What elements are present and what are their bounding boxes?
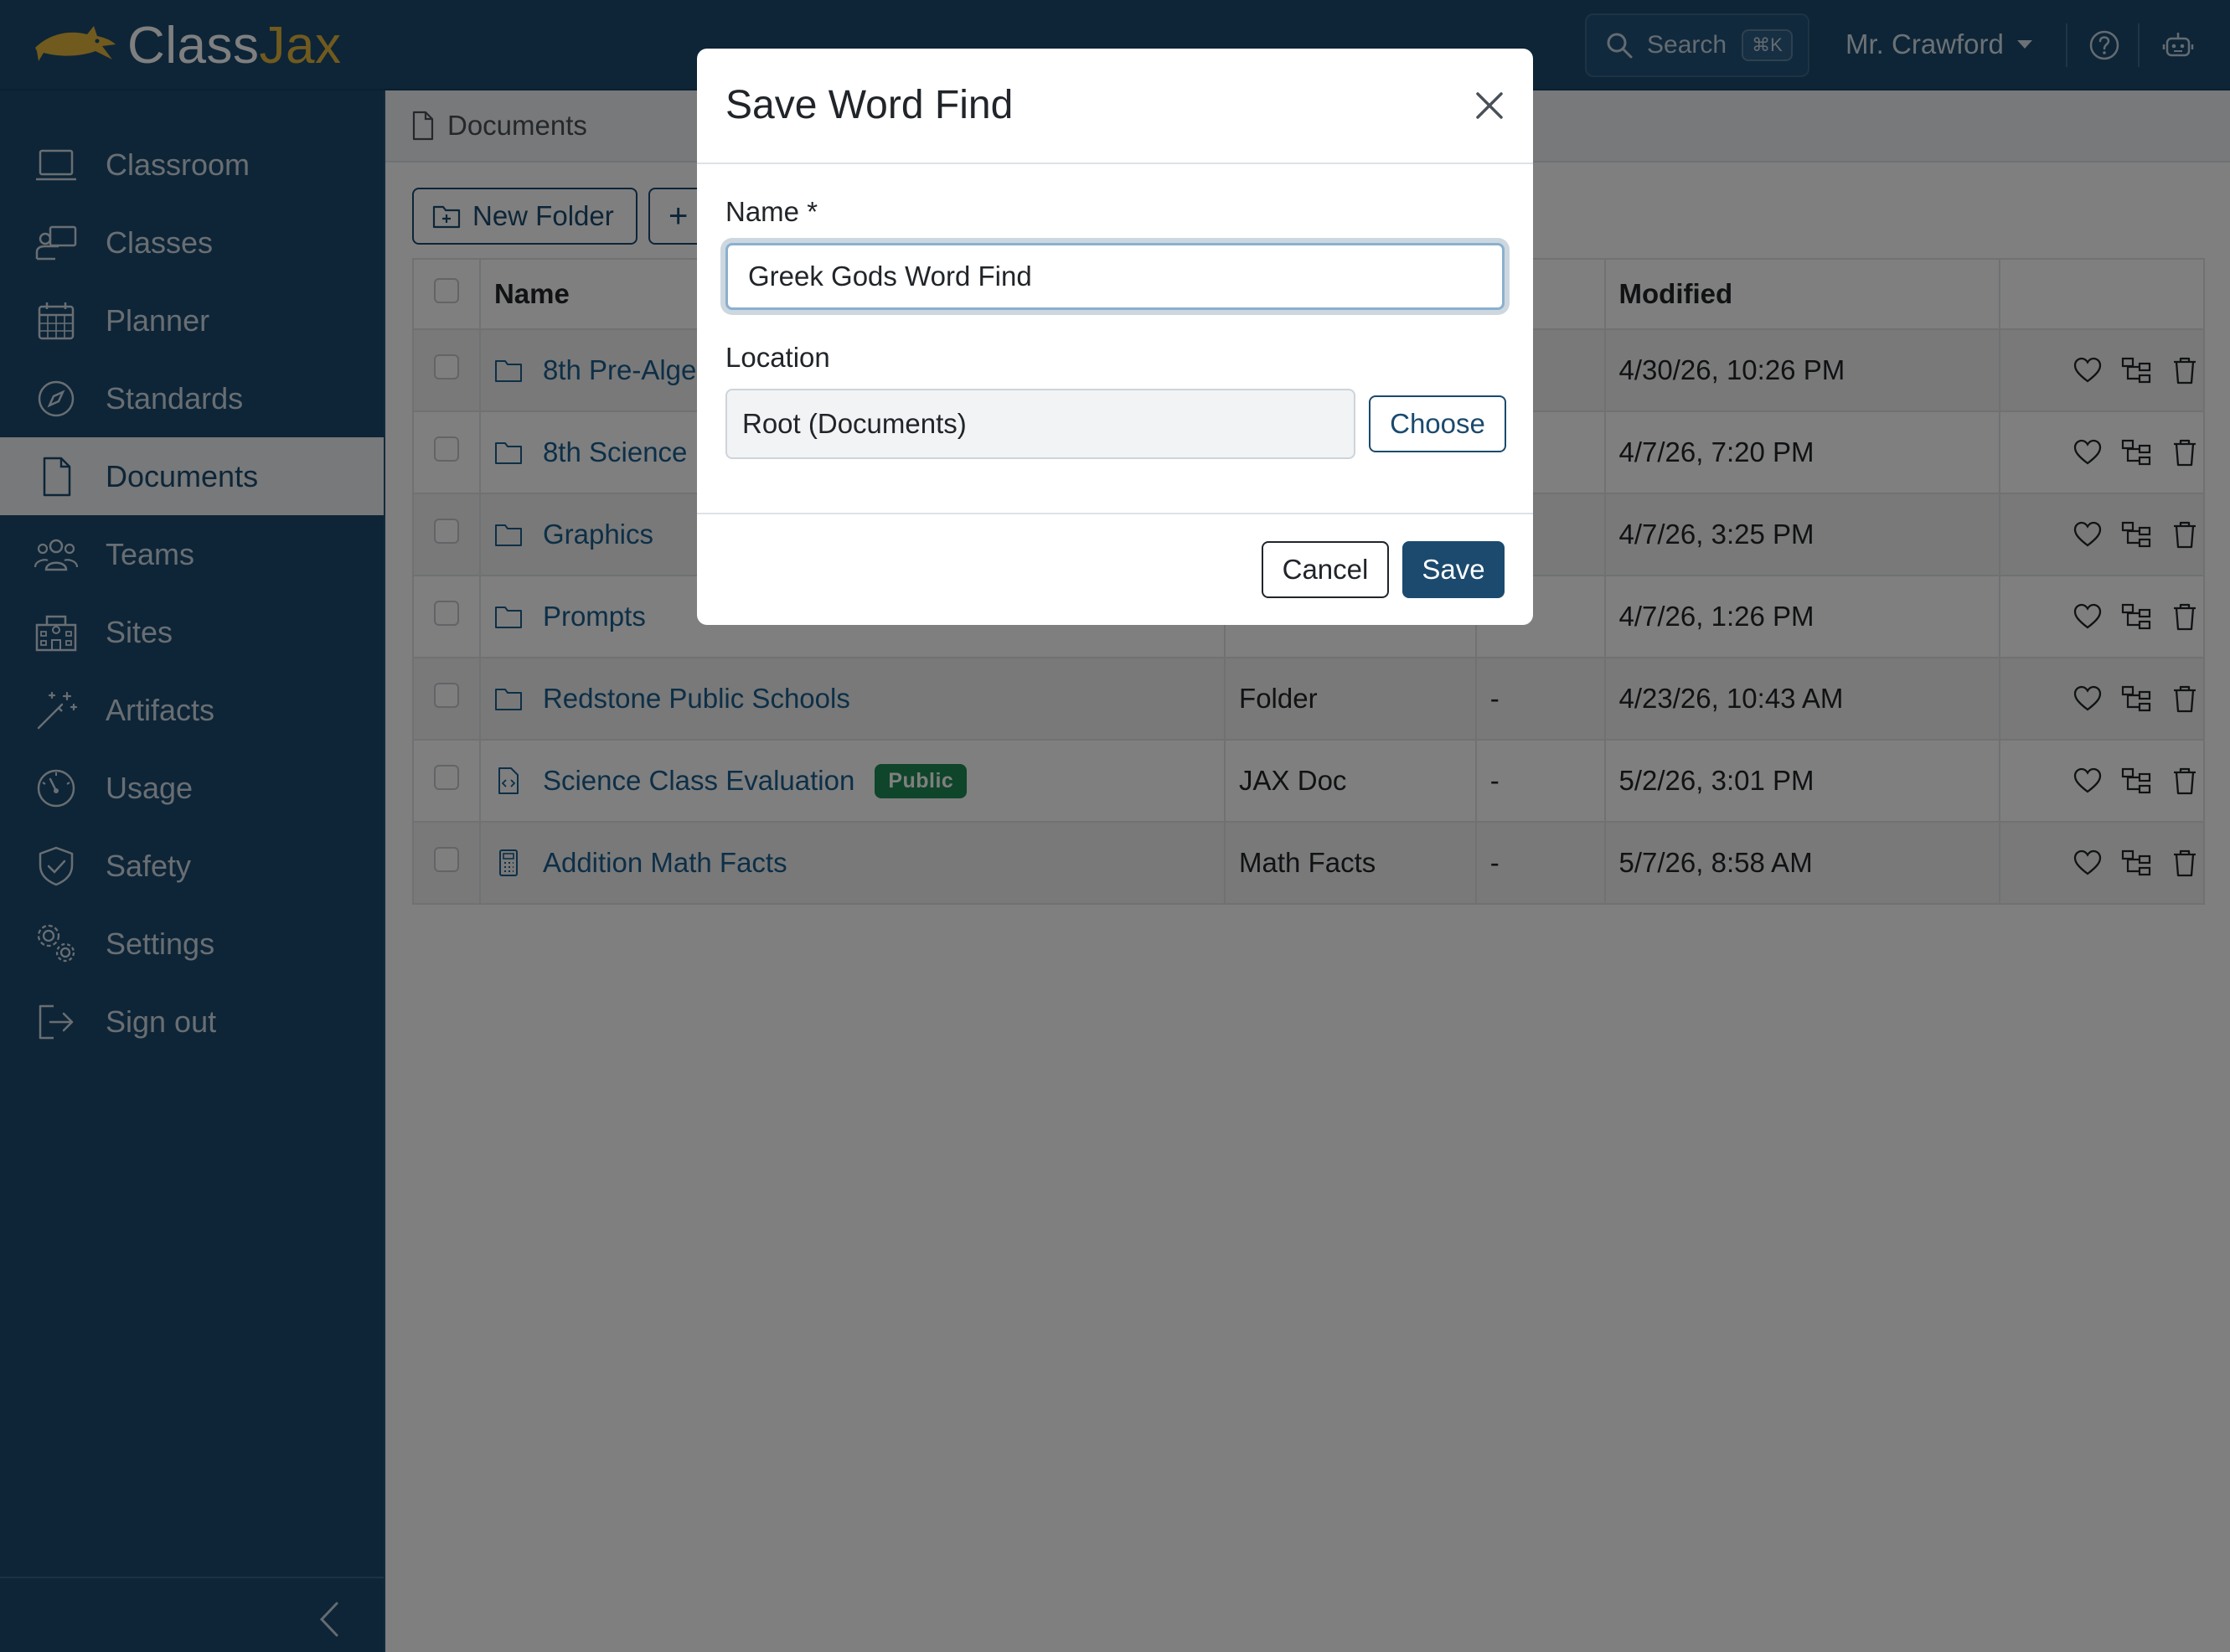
save-word-find-dialog: Save Word Find Name * Location Root (Doc… xyxy=(697,49,1533,625)
modal-header: Save Word Find xyxy=(697,49,1533,164)
name-field[interactable] xyxy=(725,243,1505,310)
modal-title: Save Word Find xyxy=(725,83,1014,127)
name-field-label: Name * xyxy=(725,196,818,227)
modal-footer: Cancel Save xyxy=(697,513,1533,625)
location-field-label: Location xyxy=(725,342,830,373)
location-field: Root (Documents) xyxy=(725,389,1355,459)
save-button[interactable]: Save xyxy=(1402,541,1505,598)
cancel-button[interactable]: Cancel xyxy=(1262,541,1389,598)
close-icon[interactable] xyxy=(1471,87,1508,124)
choose-location-button[interactable]: Choose xyxy=(1369,395,1506,452)
